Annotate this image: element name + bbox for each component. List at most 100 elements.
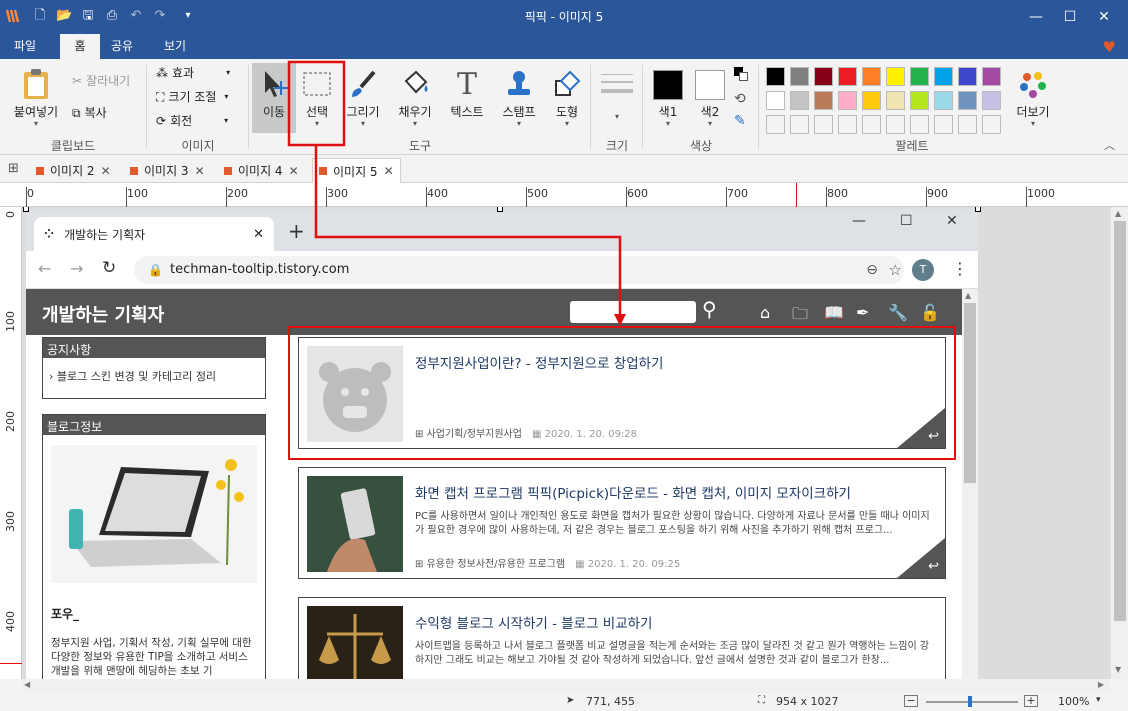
blog-search-input[interactable] xyxy=(570,301,696,323)
palette-swatch[interactable] xyxy=(910,115,929,134)
palette-swatch[interactable] xyxy=(982,91,1001,110)
palette-swatch[interactable] xyxy=(910,67,929,86)
minimize-button[interactable]: — xyxy=(1020,5,1052,29)
close-tab-icon[interactable]: ✕ xyxy=(101,164,111,178)
url-field[interactable]: 🔒 techman-tooltip.tistory.com ⊖ ☆ xyxy=(134,256,904,284)
reload-icon[interactable]: ↻ xyxy=(102,258,116,278)
stamp-tool-button[interactable]: 스탬프 ▾ xyxy=(496,63,542,133)
palette-swatch[interactable] xyxy=(838,115,857,134)
palette-swatch[interactable] xyxy=(934,91,953,110)
resize-handle[interactable] xyxy=(975,207,981,212)
close-tab-icon[interactable]: ✕ xyxy=(195,164,205,178)
palette-swatch[interactable] xyxy=(934,115,953,134)
size-button[interactable]: ▾ xyxy=(596,63,638,133)
collapse-ribbon-icon[interactable]: ︿ xyxy=(1104,137,1115,153)
palette-swatch[interactable] xyxy=(790,67,809,86)
blog-scrollbar[interactable]: ▲ xyxy=(962,289,978,679)
new-tab-icon[interactable]: + xyxy=(288,219,305,243)
shape-tool-button[interactable]: 도형 ▾ xyxy=(544,63,590,133)
bookmark-star-icon[interactable]: ☆ xyxy=(889,256,902,284)
menu-file[interactable]: 파일 xyxy=(6,34,44,59)
settings-wrench-icon[interactable]: 🔧 xyxy=(888,303,908,322)
menu-share[interactable]: 공유 xyxy=(103,34,141,59)
palette-swatch[interactable] xyxy=(862,115,881,134)
resize-handle[interactable] xyxy=(497,207,503,212)
captured-image[interactable]: ⁘ 개발하는 기획자 ✕ + — ☐ ✕ ← → ↻ 🔒 techman-too… xyxy=(26,209,978,679)
fill-tool-button[interactable]: 채우기 ▾ xyxy=(392,63,438,133)
heart-icon[interactable]: ♥ xyxy=(1103,38,1116,56)
guestbook-icon[interactable]: 📖 xyxy=(824,303,844,322)
palette-swatch[interactable] xyxy=(886,91,905,110)
reply-icon[interactable]: ↩ xyxy=(928,559,939,574)
swap-colors-icon[interactable]: ⟲ xyxy=(734,91,746,107)
draw-tool-button[interactable]: 그리기 ▾ xyxy=(340,63,386,133)
palette-swatch[interactable] xyxy=(982,115,1001,134)
resize-handle[interactable] xyxy=(23,207,29,212)
browser-maximize-button[interactable]: ☐ xyxy=(900,213,913,229)
close-tab-icon[interactable]: ✕ xyxy=(384,164,394,178)
close-button[interactable]: ✕ xyxy=(1088,5,1120,29)
post-card[interactable]: 화면 캡처 프로그램 픽픽(Picpick)다운로드 - 화면 캡처, 이미지 … xyxy=(298,467,946,579)
browser-menu-icon[interactable]: ⋮ xyxy=(952,259,968,278)
zoom-in-button[interactable]: + xyxy=(1024,695,1038,707)
tab-image-4[interactable]: 이미지 4 ✕ xyxy=(218,158,305,183)
palette-swatch[interactable] xyxy=(982,67,1001,86)
palette-swatch[interactable] xyxy=(958,115,977,134)
scroll-up-icon[interactable]: ▲ xyxy=(965,291,971,300)
palette-swatch[interactable] xyxy=(910,91,929,110)
palette-swatch[interactable] xyxy=(838,67,857,86)
palette-swatch[interactable] xyxy=(766,115,785,134)
grid-view-icon[interactable]: ⊞ xyxy=(8,161,19,176)
forward-icon[interactable]: → xyxy=(70,259,83,278)
horizontal-scrollbar[interactable]: ◀ ▶ xyxy=(22,679,1110,693)
palette-swatch[interactable] xyxy=(814,91,833,110)
scroll-thumb[interactable] xyxy=(1114,221,1126,621)
default-colors-icon[interactable] xyxy=(734,67,748,81)
post-title[interactable]: 수익형 블로그 시작하기 - 블로그 비교하기 xyxy=(415,612,652,632)
text-tool-button[interactable]: T 텍스트 xyxy=(444,63,490,133)
more-colors-button[interactable]: 더보기 ▾ xyxy=(1010,63,1056,133)
zoom-out-icon[interactable]: ⊖ xyxy=(866,256,878,284)
palette-swatch[interactable] xyxy=(886,67,905,86)
rotate-button[interactable]: ⟳ 회전 ▾ xyxy=(156,111,228,131)
palette-swatch[interactable] xyxy=(766,67,785,86)
palette-swatch[interactable] xyxy=(934,67,953,86)
zoom-out-button[interactable]: − xyxy=(904,695,918,707)
resize-button[interactable]: ⛶ 크기 조절 ▾ xyxy=(156,87,228,107)
palette-swatch[interactable] xyxy=(958,67,977,86)
palette-swatch[interactable] xyxy=(958,91,977,110)
cut-button[interactable]: ✂ 잘라내기 xyxy=(72,71,130,91)
color1-button[interactable]: 색1 ▾ xyxy=(648,63,688,133)
palette-swatch[interactable] xyxy=(862,67,881,86)
blog-title[interactable]: 개발하는 기획자 xyxy=(42,301,164,327)
write-pen-icon[interactable]: ✒ xyxy=(856,303,869,322)
menu-home[interactable]: 홈 xyxy=(60,34,100,59)
tab-image-2[interactable]: 이미지 2 ✕ xyxy=(30,158,117,183)
tab-image-3[interactable]: 이미지 3 ✕ xyxy=(124,158,211,183)
vertical-scrollbar[interactable]: ▲ ▼ xyxy=(1110,207,1128,679)
color2-button[interactable]: 색2 ▾ xyxy=(690,63,730,133)
menu-view[interactable]: 보기 xyxy=(156,34,194,59)
search-icon[interactable]: ⚲ xyxy=(702,297,717,321)
eyedropper-icon[interactable]: ✎ xyxy=(734,113,746,129)
post-card[interactable]: 수익형 블로그 시작하기 - 블로그 비교하기 사이트맵을 등록하고 나서 블로… xyxy=(298,597,946,679)
browser-tab[interactable]: ⁘ 개발하는 기획자 ✕ xyxy=(34,217,274,251)
back-icon[interactable]: ← xyxy=(38,259,51,278)
palette-swatch[interactable] xyxy=(862,91,881,110)
maximize-button[interactable]: ☐ xyxy=(1054,5,1086,29)
notice-item[interactable]: › 블로그 스킨 변경 및 카테고리 정리 xyxy=(43,358,265,394)
browser-close-button[interactable]: ✕ xyxy=(946,213,958,229)
effect-button[interactable]: ⁂ 효과 ▾ xyxy=(156,63,230,83)
paste-button[interactable]: 붙여넣기 ▾ xyxy=(10,63,62,133)
zoom-slider-thumb[interactable] xyxy=(968,696,972,707)
scroll-left-icon[interactable]: ◀ xyxy=(24,680,30,689)
post-category[interactable]: 유용한 정보사전/유용한 프로그램 xyxy=(427,559,566,570)
palette-swatch[interactable] xyxy=(814,67,833,86)
close-browser-tab-icon[interactable]: ✕ xyxy=(253,227,264,242)
browser-minimize-button[interactable]: — xyxy=(852,213,866,229)
palette-swatch[interactable] xyxy=(814,115,833,134)
zoom-slider[interactable] xyxy=(926,701,1018,703)
close-tab-icon[interactable]: ✕ xyxy=(289,164,299,178)
unlock-icon[interactable]: 🔓 xyxy=(920,303,940,322)
palette-swatch[interactable] xyxy=(790,91,809,110)
